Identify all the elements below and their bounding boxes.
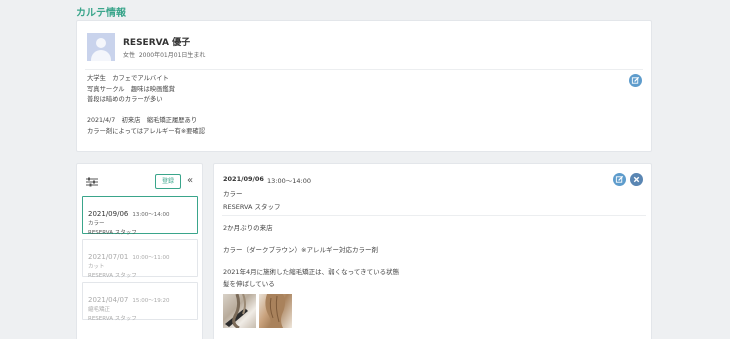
profile-note-line: 写真サークル 趣味は映画鑑賞: [87, 85, 175, 93]
history-item-menu: 縮毛矯正: [88, 307, 111, 313]
edit-icon: [631, 76, 640, 84]
page-title: カルテ情報: [76, 8, 126, 19]
history-item-time: 10:00～11:00: [132, 255, 170, 261]
detail-date: 2021/09/06: [223, 175, 264, 183]
history-item-date: 2021/04/07: [88, 296, 129, 304]
profile-note-line: 大学生 カフェでアルバイト: [87, 75, 169, 82]
detail-body-line: 2か月ぶりの来店: [223, 224, 273, 232]
profile-divider: [85, 69, 643, 70]
history-item-date: 2021/09/06: [88, 210, 129, 218]
customer-birthday: 2000年01月01日生まれ: [138, 52, 206, 59]
history-item[interactable]: 2021/09/06 13:00～14:00 カラー RESERVA スタッフ: [82, 196, 198, 236]
detail-body-line: カラー（ダークブラウン）※アレルギー対応カラー剤: [223, 246, 378, 254]
edit-profile-button[interactable]: [629, 74, 642, 87]
detail-staff: RESERVA スタッフ: [223, 203, 281, 211]
close-icon: [633, 176, 640, 183]
detail-menu: カラー: [223, 190, 243, 198]
history-item-staff: RESERVA スタッフ: [88, 273, 137, 279]
profile-notes: 大学生 カフェでアルバイト 写真サークル 趣味は映画鑑賞 普段は暗めのカラーが多…: [87, 74, 205, 137]
history-item-time: 13:00～14:00: [132, 212, 170, 218]
customer-subinfo: 女性 2000年01月01日生まれ: [123, 50, 205, 59]
profile-note-line: 2021/4/7 初来店 縮毛矯正履歴あり: [87, 117, 198, 124]
hair-photo[interactable]: [259, 294, 292, 328]
edit-record-button[interactable]: [613, 173, 626, 186]
detail-time: 13:00～14:00: [267, 177, 311, 185]
detail-divider: [222, 215, 646, 216]
detail-body-line: 2021年4月に施術した縮毛矯正は、弱くなってきている状態: [223, 268, 400, 276]
edit-icon: [615, 175, 624, 183]
filter-settings-icon[interactable]: [86, 177, 98, 187]
history-item[interactable]: 2021/04/07 15:00～19:20 縮毛矯正 RESERVA スタッフ: [82, 282, 198, 322]
history-list-panel: 登録 « 2021/09/06 13:00～14:00 カラー RESERVA ス…: [76, 163, 203, 339]
delete-record-button[interactable]: [630, 173, 643, 186]
collapse-icon[interactable]: «: [187, 175, 193, 187]
profile-card: RESERVA 優子 女性 2000年01月01日生まれ 大学生 カフェでアルバ…: [76, 20, 652, 152]
hair-iron-photo-art: [225, 294, 248, 328]
register-button[interactable]: 登録: [155, 174, 181, 189]
customer-gender: 女性: [123, 52, 136, 59]
history-item-date: 2021/07/01: [88, 253, 129, 261]
history-item-staff: RESERVA スタッフ: [88, 316, 137, 322]
customer-name: RESERVA 優子: [123, 38, 191, 48]
avatar: [87, 33, 115, 61]
history-detail-panel: 2021/09/06 13:00～14:00 カラー RESERVA スタッフ …: [213, 163, 652, 339]
profile-note-line: [87, 106, 205, 117]
history-item-staff: RESERVA スタッフ: [88, 230, 137, 236]
profile-note-line: カラー剤によってはアレルギー有※要確認: [87, 127, 205, 135]
hair-photo[interactable]: [223, 294, 256, 328]
profile-note-line: 普段は暗めのカラーが多い: [87, 96, 163, 103]
history-item[interactable]: 2021/07/01 10:00～11:00 カット RESERVA スタッフ: [82, 239, 198, 279]
hair-back-photo-art: [265, 294, 285, 328]
history-item-time: 15:00～19:20: [132, 298, 170, 304]
history-item-menu: カラー: [88, 221, 105, 227]
detail-body-line: 髪を伸ばしている: [223, 280, 275, 288]
history-item-menu: カット: [88, 264, 105, 270]
